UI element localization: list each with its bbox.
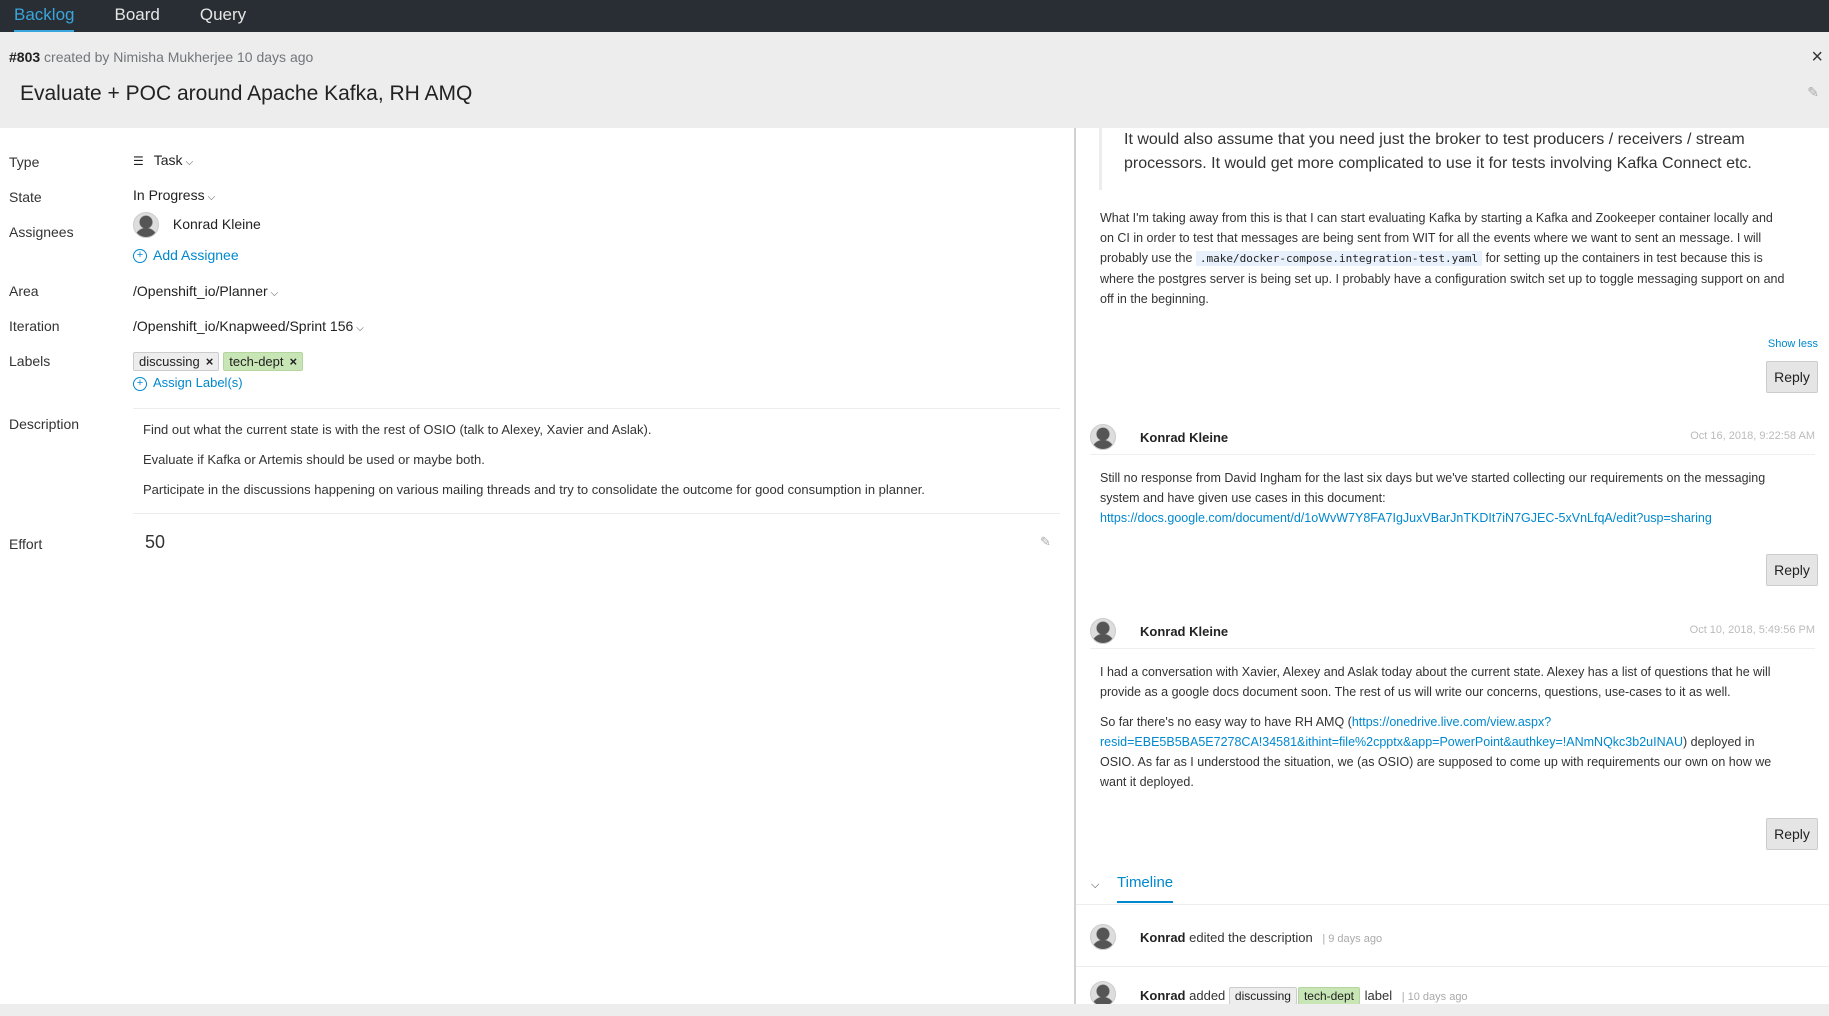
label-text: tech-dept xyxy=(229,354,284,369)
timeline-action: edited the description xyxy=(1189,930,1313,945)
pencil-icon[interactable]: ✎ xyxy=(1807,84,1819,101)
reply-button[interactable]: Reply xyxy=(1766,554,1818,586)
avatar xyxy=(1090,924,1116,950)
label-text: discussing xyxy=(139,354,200,369)
assign-labels-button[interactable]: + Assign Label(s) xyxy=(133,375,243,391)
description-line: Participate in the discussions happening… xyxy=(143,482,925,497)
work-item-title[interactable]: Evaluate + POC around Apache Kafka, RH A… xyxy=(20,82,472,106)
effort-label: Effort xyxy=(9,536,43,552)
show-less-link[interactable]: Show less xyxy=(1768,338,1818,350)
chevron-down-icon: ⌵ xyxy=(356,323,364,334)
tab-board[interactable]: Board xyxy=(114,0,159,32)
horizontal-scrollbar[interactable] xyxy=(0,1004,1829,1016)
assignee-item[interactable]: Konrad Kleine xyxy=(133,212,261,238)
tab-query[interactable]: Query xyxy=(200,0,246,32)
area-value: /Openshift_io/Planner xyxy=(133,283,268,299)
iteration-label: Iteration xyxy=(9,318,60,334)
description-editor[interactable]: Find out what the current state is with … xyxy=(133,408,1060,514)
comments-panel: It would also assume that you need just … xyxy=(1076,128,1829,1004)
comment-header: Konrad Kleine Oct 10, 2018, 5:49:56 PM xyxy=(1090,618,1815,649)
timeline-divider xyxy=(1076,966,1829,967)
area-label: Area xyxy=(9,283,39,299)
label-chip[interactable]: discussing × xyxy=(133,352,220,371)
tab-timeline[interactable]: Timeline xyxy=(1117,868,1174,903)
comment-body: I had a conversation with Xavier, Alexey… xyxy=(1100,662,1790,702)
avatar xyxy=(1090,981,1116,1004)
timeline-action: label xyxy=(1364,988,1393,1003)
work-item-meta: #803 created by Nimisha Mukherjee 10 day… xyxy=(9,49,313,65)
type-value: Task xyxy=(153,152,183,168)
label-chip[interactable]: tech-dept × xyxy=(223,352,304,371)
comment-timestamp: Oct 10, 2018, 5:49:56 PM xyxy=(1689,624,1815,636)
code-snippet: .make/docker-compose.integration-test.ya… xyxy=(1195,251,1483,266)
add-assignee-button[interactable]: + Add Assignee xyxy=(133,247,239,264)
reply-button[interactable]: Reply xyxy=(1766,361,1818,393)
comment-header: Konrad Kleine Oct 16, 2018, 9:22:58 AM xyxy=(1090,424,1815,455)
timeline-tabbar: ⌵ Timeline xyxy=(1076,868,1829,905)
top-nav: Backlog Board Query xyxy=(0,0,1829,32)
comment-blockquote: It would also assume that you need just … xyxy=(1099,128,1824,190)
avatar xyxy=(1090,424,1116,450)
timeline-ago: | 10 days ago xyxy=(1401,991,1468,1003)
comment-author[interactable]: Konrad Kleine xyxy=(1140,624,1228,639)
effort-value[interactable]: 50 xyxy=(145,532,165,553)
state-label: State xyxy=(9,189,42,205)
comment-text: I had a conversation with Xavier, Alexey… xyxy=(1100,665,1771,699)
plus-circle-icon: + xyxy=(133,249,147,264)
timeline-text: Konrad edited the description | 9 days a… xyxy=(1140,930,1382,945)
comment-timestamp: Oct 16, 2018, 9:22:58 AM xyxy=(1690,430,1815,442)
description-line: Evaluate if Kafka or Artemis should be u… xyxy=(143,452,485,467)
label-chip: tech-dept xyxy=(1297,987,1360,1004)
chevron-down-icon: ⌵ xyxy=(207,192,216,203)
remove-label-icon[interactable]: × xyxy=(290,354,298,369)
assignees-label: Assignees xyxy=(9,224,74,240)
comment-author[interactable]: Konrad Kleine xyxy=(1140,430,1228,445)
state-dropdown[interactable]: In Progress ⌵ xyxy=(133,187,215,203)
assignee-name: Konrad Kleine xyxy=(172,215,261,232)
timeline-ago: | 9 days ago xyxy=(1322,933,1383,945)
description-label: Description xyxy=(9,416,80,432)
created-by-text: created by Nimisha Mukherjee 10 days ago xyxy=(44,49,314,65)
avatar xyxy=(1090,618,1116,644)
pencil-icon[interactable]: ✎ xyxy=(1040,534,1051,550)
details-panel: Type ☰ Task ⌵ State In Progress ⌵ Assignees… xyxy=(0,128,1074,1004)
chevron-down-icon[interactable]: ⌵ xyxy=(1091,879,1099,892)
document-link[interactable]: https://docs.google.com/document/d/1oWvW… xyxy=(1100,511,1712,525)
comment-body: So far there's no easy way to have RH AM… xyxy=(1100,712,1790,792)
comment-body: What I'm taking away from this is that I… xyxy=(1100,208,1790,309)
add-assignee-label: Add Assignee xyxy=(153,247,239,263)
iteration-value: /Openshift_io/Knapweed/Sprint 156 xyxy=(133,318,354,334)
task-icon: ☰ xyxy=(133,154,144,168)
timeline-user[interactable]: Konrad xyxy=(1140,988,1186,1003)
work-item-number: #803 xyxy=(9,49,41,65)
description-line: Find out what the current state is with … xyxy=(143,422,652,437)
remove-label-icon[interactable]: × xyxy=(206,354,214,369)
avatar xyxy=(133,212,159,238)
close-icon[interactable]: × xyxy=(1811,46,1823,69)
type-label: Type xyxy=(9,154,40,170)
state-value: In Progress xyxy=(133,187,205,203)
timeline-action: added xyxy=(1189,988,1226,1003)
timeline-user[interactable]: Konrad xyxy=(1140,930,1186,945)
type-dropdown[interactable]: ☰ Task ⌵ xyxy=(133,152,193,168)
assign-labels-label: Assign Label(s) xyxy=(153,375,243,390)
comment-body: Still no response from David Ingham for … xyxy=(1100,468,1790,528)
work-item-header: #803 created by Nimisha Mukherjee 10 day… xyxy=(0,32,1829,128)
comment-text: So far there's no easy way to have RH AM… xyxy=(1100,715,1352,729)
plus-circle-icon: + xyxy=(133,376,147,391)
chevron-down-icon: ⌵ xyxy=(185,157,194,168)
iteration-dropdown[interactable]: /Openshift_io/Knapweed/Sprint 156 ⌵ xyxy=(133,318,364,334)
reply-button[interactable]: Reply xyxy=(1766,818,1818,850)
labels-label: Labels xyxy=(9,353,51,369)
area-dropdown[interactable]: /Openshift_io/Planner ⌵ xyxy=(133,283,278,299)
chevron-down-icon: ⌵ xyxy=(270,288,279,299)
comment-text: Still no response from David Ingham for … xyxy=(1100,471,1766,505)
timeline-text: Konrad added discussing tech-dept label |… xyxy=(1140,987,1468,1004)
tab-backlog[interactable]: Backlog xyxy=(14,0,75,32)
labels-list: discussing × tech-dept × xyxy=(133,352,307,371)
label-chip: discussing xyxy=(1228,987,1297,1004)
